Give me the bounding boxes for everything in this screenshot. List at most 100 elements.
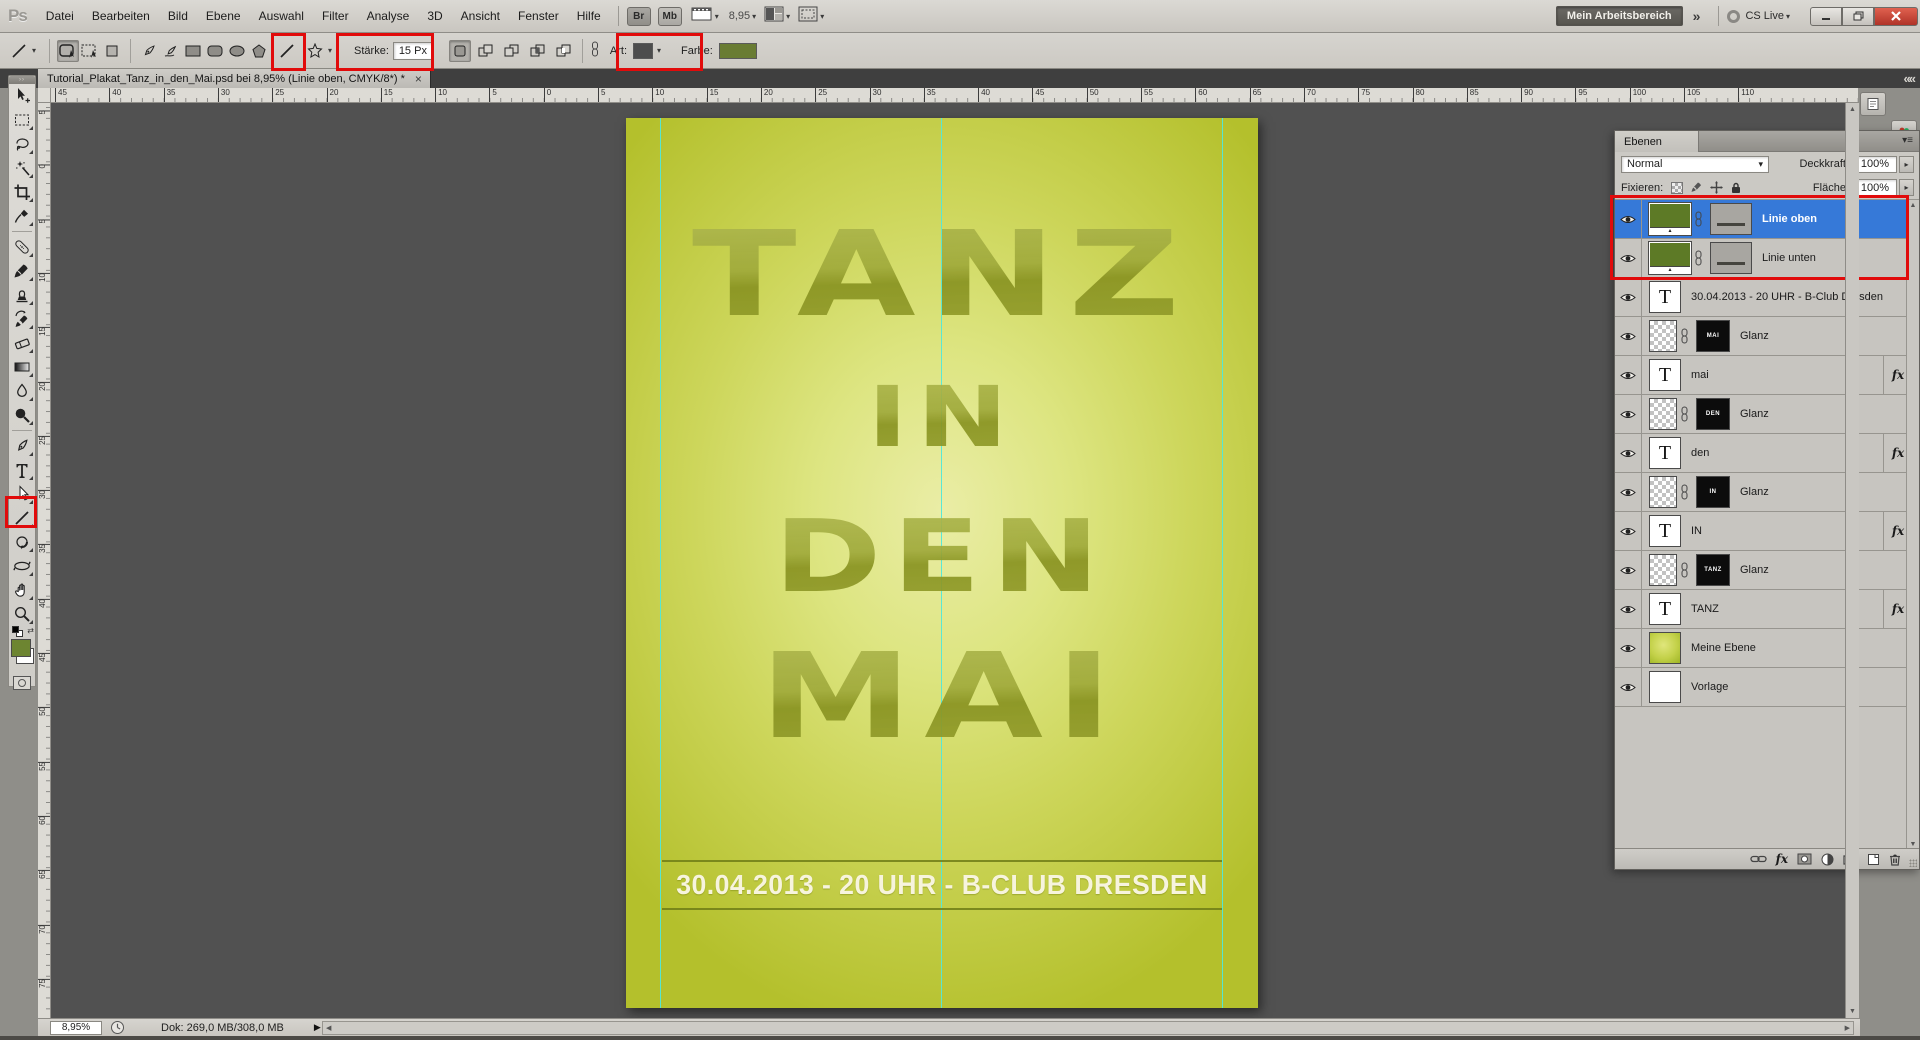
text-layer-icon[interactable]: T: [1659, 520, 1671, 543]
fill-field[interactable]: 100%: [1853, 179, 1897, 196]
dodge-tool[interactable]: [9, 403, 35, 427]
paths-mode-button[interactable]: [79, 40, 101, 62]
scroll-down-icon[interactable]: ▼: [1846, 1008, 1859, 1015]
layer-name[interactable]: Meine Ebene: [1691, 642, 1756, 654]
workspace-overflow-icon[interactable]: »: [1693, 8, 1701, 24]
cs-live-menu[interactable]: CS Live ▾: [1727, 10, 1796, 23]
layer-row-mai[interactable]: T mai fx▾: [1615, 356, 1919, 395]
scroll-left-icon[interactable]: ◀: [326, 1024, 331, 1032]
brush-tool[interactable]: [9, 259, 35, 283]
lock-all-icon[interactable]: [1730, 181, 1742, 194]
layer-thumbnail[interactable]: [1649, 554, 1677, 586]
scroll-up-icon[interactable]: ▲: [1907, 202, 1919, 209]
collapse-panels-icon[interactable]: ««: [1904, 71, 1914, 86]
stroke-width-field[interactable]: 15 Px: [393, 42, 433, 60]
screen-mode-icon[interactable]: [798, 6, 818, 27]
caret-down-icon[interactable]: ▾: [820, 12, 824, 21]
layer-thumbnail[interactable]: [1649, 398, 1677, 430]
scroll-up-icon[interactable]: ▲: [1846, 106, 1859, 113]
tab-ebenen[interactable]: Ebenen: [1615, 131, 1699, 152]
layer-name[interactable]: Glanz: [1740, 486, 1769, 498]
shape-color-swatch[interactable]: [719, 43, 757, 59]
layer-name[interactable]: Glanz: [1740, 564, 1769, 576]
clone-stamp-tool[interactable]: [9, 283, 35, 307]
menu-item[interactable]: Datei: [37, 5, 83, 27]
tools-panel-grip[interactable]: ››: [9, 76, 35, 84]
layer-row-meine-ebene[interactable]: Meine Ebene: [1615, 629, 1919, 668]
caret-down-icon[interactable]: ▾: [715, 12, 719, 21]
status-clock-icon[interactable]: [110, 1020, 125, 1035]
gradient-tool[interactable]: [9, 355, 35, 379]
shape-fill-thumbnail[interactable]: ▴: [1649, 203, 1691, 235]
layer-row-glanz-den[interactable]: DEN Glanz: [1615, 395, 1919, 434]
minibridge-button[interactable]: Mb: [658, 7, 682, 26]
default-colors-icon[interactable]: [12, 626, 23, 637]
foreground-color-swatch[interactable]: [11, 639, 31, 657]
custom-shape-tool-button[interactable]: [304, 40, 326, 62]
restore-button[interactable]: [1842, 7, 1874, 26]
caret-down-icon[interactable]: ▾: [32, 46, 36, 55]
rectangular-marquee-tool[interactable]: [9, 108, 35, 132]
menu-item[interactable]: Filter: [313, 5, 358, 27]
menu-item[interactable]: Analyse: [358, 5, 419, 27]
layer-row-date-text[interactable]: T 30.04.2013 - 20 UHR - B-Club Dresden: [1615, 278, 1919, 317]
shape-fill-thumbnail[interactable]: ▴: [1649, 242, 1691, 274]
layer-name[interactable]: mai: [1691, 369, 1709, 381]
workspace-button[interactable]: Mein Arbeitsbereich: [1556, 6, 1683, 26]
layer-mask-thumbnail[interactable]: DEN: [1696, 398, 1730, 430]
menu-item[interactable]: Ansicht: [452, 5, 509, 27]
caret-down-icon[interactable]: ▾: [786, 12, 790, 21]
layer-row-vorlage[interactable]: Vorlage: [1615, 668, 1919, 707]
swap-colors-icon[interactable]: ⇄: [27, 626, 34, 635]
menu-item[interactable]: Fenster: [509, 5, 568, 27]
poster-document[interactable]: TANZ IN DEN MAI 30.04.2013 - 20 UHR - B-…: [626, 118, 1258, 1008]
fill-pixels-mode-button[interactable]: [101, 40, 123, 62]
style-link-icon[interactable]: [590, 41, 600, 60]
vertical-scrollbar[interactable]: ▲ ▼: [1845, 103, 1859, 1018]
3d-orbit-tool[interactable]: [9, 554, 35, 578]
rectangle-tool-button[interactable]: [182, 40, 204, 62]
opacity-field[interactable]: 100%: [1853, 156, 1897, 173]
visibility-toggle[interactable]: [1615, 434, 1642, 473]
crop-tool[interactable]: [9, 180, 35, 204]
layer-name[interactable]: TANZ: [1691, 603, 1719, 615]
layer-row-linie-unten[interactable]: ▴ Linie unten: [1615, 239, 1919, 278]
tab-close-icon[interactable]: ×: [415, 72, 422, 86]
layer-row-glanz-in[interactable]: IN Glanz: [1615, 473, 1919, 512]
combine-intersect-button[interactable]: [527, 40, 549, 62]
lock-position-icon[interactable]: [1710, 181, 1723, 194]
adjustment-layer-icon[interactable]: [1821, 853, 1834, 866]
layer-row-den[interactable]: T den fx▾: [1615, 434, 1919, 473]
layer-mask-thumbnail[interactable]: MAI: [1696, 320, 1730, 352]
3d-rotate-tool[interactable]: [9, 530, 35, 554]
text-layer-icon[interactable]: T: [1659, 286, 1671, 309]
visibility-toggle[interactable]: [1615, 356, 1642, 395]
layer-name[interactable]: Linie unten: [1762, 252, 1816, 264]
ellipse-tool-button[interactable]: [226, 40, 248, 62]
layer-name[interactable]: Vorlage: [1691, 681, 1728, 693]
text-layer-icon[interactable]: T: [1659, 598, 1671, 621]
quick-mask-button[interactable]: [13, 676, 31, 690]
collapsed-panel-button[interactable]: [1860, 92, 1886, 116]
layer-thumbnail[interactable]: [1649, 632, 1681, 664]
guides-extras-icon[interactable]: [691, 6, 713, 27]
add-mask-icon[interactable]: [1797, 853, 1812, 865]
layer-row-glanz-mai[interactable]: MAI Glanz: [1615, 317, 1919, 356]
healing-brush-tool[interactable]: [9, 235, 35, 259]
visibility-toggle[interactable]: [1615, 395, 1642, 434]
vector-mask-thumbnail[interactable]: [1710, 203, 1752, 235]
shape-layers-mode-button[interactable]: [57, 40, 79, 62]
visibility-toggle[interactable]: [1615, 278, 1642, 317]
panel-resize-grip[interactable]: [1909, 859, 1917, 867]
history-brush-tool[interactable]: [9, 307, 35, 331]
combine-new-button[interactable]: [449, 40, 471, 62]
zoom-level-value[interactable]: 8,95: [729, 10, 750, 22]
blur-tool[interactable]: [9, 379, 35, 403]
new-layer-icon[interactable]: [1867, 853, 1880, 866]
layer-row-glanz-tanz[interactable]: TANZ Glanz: [1615, 551, 1919, 590]
layer-row-linie-oben[interactable]: ▴ Linie oben: [1615, 200, 1919, 239]
status-zoom-field[interactable]: 8,95%: [50, 1021, 102, 1035]
path-selection-tool[interactable]: [9, 482, 35, 506]
close-button[interactable]: [1874, 7, 1918, 26]
combine-add-button[interactable]: [475, 40, 497, 62]
